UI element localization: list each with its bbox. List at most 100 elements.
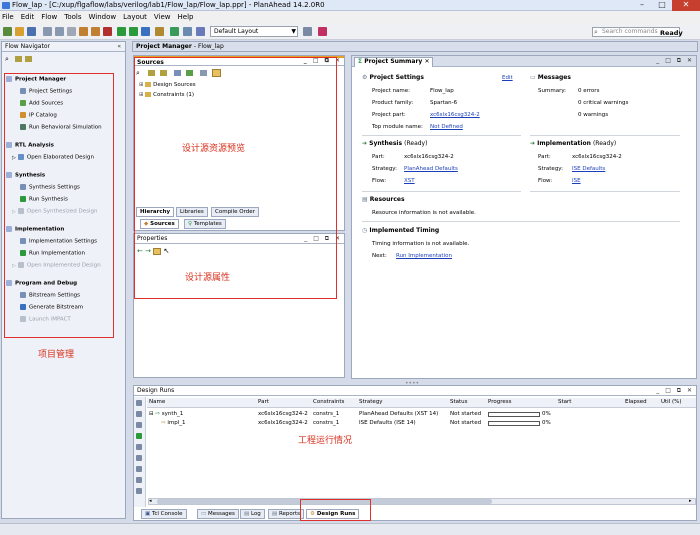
design-runs-column-header: Name Part Constraints Strategy Status Pr…	[147, 398, 696, 408]
run-synthesis-icon[interactable]	[117, 27, 126, 36]
timing-text: Timing information is not available.	[372, 241, 470, 247]
menu-window[interactable]: Window	[89, 11, 117, 23]
value-impl-strategy[interactable]: ISE Defaults	[572, 166, 605, 172]
new-project-icon[interactable]	[3, 27, 12, 36]
reset-icon[interactable]	[136, 466, 142, 472]
value-impl-flow[interactable]: ISE	[572, 178, 581, 184]
help-icon[interactable]	[318, 27, 327, 36]
timing-next-label: Next:	[372, 253, 387, 259]
skip-icon[interactable]	[136, 455, 142, 461]
annotation-run-status: 工程运行情况	[298, 436, 353, 446]
search-icon[interactable]	[136, 400, 142, 406]
edit-link[interactable]: Edit	[502, 75, 513, 81]
label-impl-flow: Flow:	[538, 178, 553, 184]
value-top-module[interactable]: Not Defined	[430, 124, 463, 130]
settings-icon[interactable]	[183, 27, 192, 36]
layout-save-icon[interactable]	[303, 27, 312, 36]
copy-icon[interactable]	[43, 27, 52, 36]
table-row[interactable]: ⇨ impl_1 xc6slx16csg324-2 constrs_1 ISE …	[147, 419, 696, 428]
sum-icon[interactable]	[170, 27, 179, 36]
layout-select[interactable]: Default Layout ▼	[210, 26, 298, 37]
label-top-module: Top module name:	[372, 124, 423, 130]
run-implementation-link[interactable]: Run Implementation	[396, 253, 452, 259]
table-row[interactable]: ⊟ ⇨ synth_1 xc6slx16csg324-2 constrs_1 P…	[147, 410, 696, 419]
navigator-tools: ⌕	[5, 55, 45, 63]
collapse-icon[interactable]	[136, 422, 142, 428]
tab-messages[interactable]: ▭ Messages	[197, 509, 239, 519]
expand-all-icon[interactable]	[15, 56, 22, 62]
value-synth-flow[interactable]: XST	[404, 178, 415, 184]
menu-tools[interactable]: Tools	[64, 11, 81, 23]
search-placeholder: Search commands	[602, 28, 658, 35]
run-implementation-icon[interactable]	[129, 27, 138, 36]
paste-icon[interactable]	[55, 27, 64, 36]
maximize-button[interactable]: □	[652, 0, 672, 11]
tab-close-icon[interactable]: ✕	[424, 58, 429, 65]
messages-critical-warnings: 0 critical warnings	[578, 100, 629, 106]
menu-edit[interactable]: Edit	[21, 11, 35, 23]
tab-tcl-console[interactable]: ▣ Tcl Console	[141, 509, 187, 519]
expand-icon[interactable]	[136, 411, 142, 417]
menu-flow[interactable]: Flow	[41, 11, 57, 23]
col-strategy[interactable]: Strategy	[359, 398, 383, 407]
step-icon[interactable]	[136, 444, 142, 450]
resources-section: ▤ Resources Resource information is not …	[362, 192, 680, 222]
report-icon[interactable]	[136, 488, 142, 494]
menu-file[interactable]: File	[2, 11, 14, 23]
col-start[interactable]: Start	[558, 398, 571, 407]
label-impl-part: Part:	[538, 154, 551, 160]
col-util[interactable]: Util (%)	[661, 398, 682, 407]
open-project-icon[interactable]	[15, 27, 24, 36]
panel-controls-icon[interactable]: _ □ ⧉ ✕	[656, 386, 694, 396]
tab-project-summary[interactable]: Σ Project Summary ✕	[354, 57, 434, 67]
cut-icon[interactable]	[67, 27, 76, 36]
col-status[interactable]: Status	[450, 398, 468, 407]
chevron-down-icon: ▼	[291, 28, 296, 35]
design-runs-sidebar	[134, 397, 146, 507]
synthesis-section: ➔ Synthesis (Ready) Part: xc6slx16csg324…	[362, 136, 521, 192]
collapse-icon[interactable]: «	[117, 42, 123, 52]
value-project-part[interactable]: xc6slx16csg324-2	[430, 112, 480, 118]
annotation-sources-preview: 设计源资源预览	[182, 144, 246, 154]
window-title-bar: Flow_lap - [C:/xup/flgaflow/labs/verilog…	[0, 0, 700, 11]
menu-layout[interactable]: Layout	[123, 11, 147, 23]
col-constraints[interactable]: Constraints	[313, 398, 344, 407]
search-icon[interactable]: ⌕	[5, 55, 9, 64]
generate-bitstream-icon[interactable]	[141, 27, 150, 36]
redo-icon[interactable]	[91, 27, 100, 36]
design-runs-title: Design Runs	[137, 387, 175, 394]
scroll-left-icon[interactable]: ◂	[149, 499, 155, 504]
save-icon[interactable]	[27, 27, 36, 36]
menu-help[interactable]: Help	[178, 11, 194, 23]
annotation-project-management: 项目管理	[38, 350, 75, 360]
clock-icon: ◷	[362, 227, 368, 234]
col-progress[interactable]: Progress	[488, 398, 511, 407]
layout-icon[interactable]	[196, 27, 205, 36]
highlight-design-runs-tab	[300, 499, 371, 521]
run-icon[interactable]	[136, 433, 142, 439]
program-icon[interactable]	[155, 27, 164, 36]
minimize-button[interactable]: –	[632, 0, 652, 11]
project-settings-section: ⚙ Project Settings Edit Project name: Fl…	[362, 70, 521, 136]
tab-reports[interactable]: ▤ Reports	[268, 509, 305, 519]
timing-title: ◷ Implemented Timing	[362, 227, 440, 234]
panel-controls-icon[interactable]: _ □ ⧉ ✕	[656, 57, 694, 65]
horizontal-scrollbar[interactable]: ◂ ▸	[148, 498, 696, 505]
close-button[interactable]: ✕	[672, 0, 700, 11]
menu-view[interactable]: View	[154, 11, 171, 23]
cell-part: xc6slx16csg324-2	[258, 411, 308, 417]
tab-log[interactable]: ▤ Log	[240, 509, 265, 519]
delete-icon[interactable]	[103, 27, 112, 36]
resources-title: ▤ Resources	[362, 196, 405, 203]
undo-icon[interactable]	[79, 27, 88, 36]
col-part[interactable]: Part	[258, 398, 269, 407]
scroll-right-icon[interactable]: ▸	[689, 499, 695, 504]
row-expander[interactable]: ⊟ ⇨ synth_1	[149, 410, 183, 419]
label-synth-flow: Flow:	[372, 178, 387, 184]
toolbar: Default Layout ▼ ⌕ Search commands	[0, 23, 700, 40]
collapse-all-icon[interactable]	[25, 56, 32, 62]
value-synth-strategy[interactable]: PlanAhead Defaults	[404, 166, 458, 172]
col-elapsed[interactable]: Elapsed	[625, 398, 647, 407]
stop-icon[interactable]	[136, 477, 142, 483]
col-name[interactable]: Name	[149, 398, 165, 407]
